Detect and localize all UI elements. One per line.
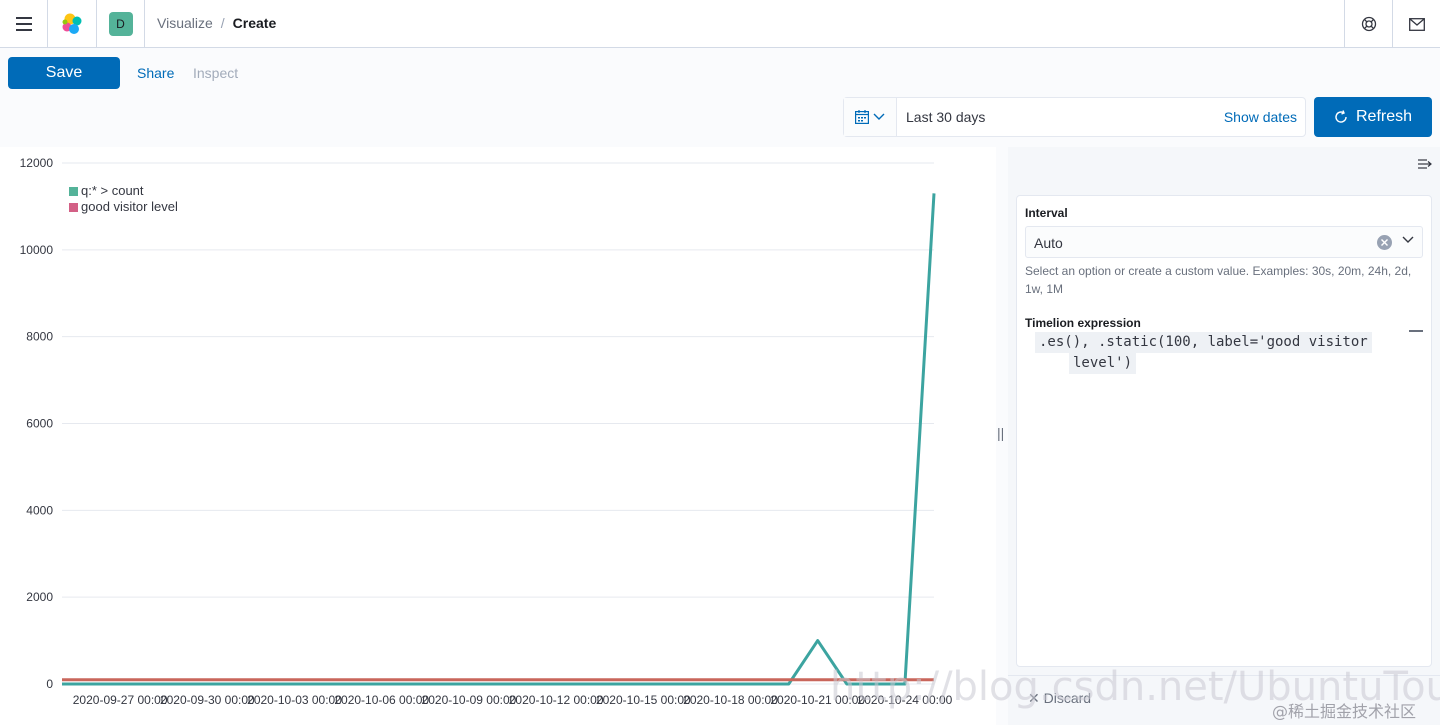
expression-line: level') bbox=[1069, 353, 1137, 374]
legend-label: q:* > count bbox=[81, 183, 144, 198]
refresh-label: Refresh bbox=[1355, 108, 1413, 125]
x-tick-label: 2020-10-12 00:00 bbox=[509, 693, 604, 707]
chevron-down-icon bbox=[873, 113, 885, 120]
legend-item[interactable]: good visitor level bbox=[69, 199, 178, 215]
legend-swatch bbox=[69, 186, 78, 196]
chart-legend: q:* > count good visitor level bbox=[69, 183, 178, 215]
y-tick-label: 0 bbox=[46, 677, 53, 691]
elastic-logo-icon bbox=[62, 13, 82, 34]
y-tick-label: 2000 bbox=[26, 590, 53, 604]
legend-label: good visitor level bbox=[81, 199, 178, 214]
breadcrumb-visualize[interactable]: Visualize bbox=[157, 15, 213, 31]
quick-menu-button[interactable] bbox=[844, 98, 897, 136]
y-tick-label: 10000 bbox=[20, 243, 54, 257]
editor-scrollbar[interactable] bbox=[1409, 330, 1423, 332]
share-link[interactable]: Share bbox=[137, 65, 174, 81]
interval-help-text: Select an option or create a custom valu… bbox=[1025, 264, 1412, 296]
series-line[interactable] bbox=[62, 193, 936, 686]
x-tick-label: 2020-09-30 00:00 bbox=[160, 693, 255, 707]
calendar-icon bbox=[855, 110, 869, 124]
help-button[interactable] bbox=[1344, 0, 1392, 48]
space-selector[interactable]: D bbox=[97, 0, 145, 48]
collapse-sidebar-button[interactable] bbox=[1418, 157, 1432, 175]
x-tick-label: 2020-10-18 00:00 bbox=[683, 693, 778, 707]
x-tick-label: 2020-10-09 00:00 bbox=[422, 693, 517, 707]
breadcrumb-separator: / bbox=[220, 15, 225, 31]
save-button[interactable]: Save bbox=[8, 57, 120, 89]
hamburger-icon bbox=[15, 17, 32, 31]
date-picker: Last 30 days Show dates bbox=[843, 97, 1306, 137]
menu-button[interactable] bbox=[0, 0, 48, 48]
refresh-icon bbox=[1335, 110, 1347, 123]
expression-label: Timelion expression bbox=[1025, 316, 1141, 330]
app-header: D Visualize / Create bbox=[0, 0, 1440, 48]
timelion-chart[interactable]: 0 2000 4000 6000 8000 10000 12000 2020-09-27 00… bbox=[0, 147, 996, 725]
legend-swatch bbox=[69, 202, 78, 212]
y-tick-label: 8000 bbox=[26, 330, 53, 344]
top-nav-menu: Save Share Inspect bbox=[0, 48, 1440, 98]
legend-item[interactable]: q:* > count bbox=[69, 183, 178, 199]
clear-icon[interactable] bbox=[1377, 235, 1392, 250]
interval-combobox[interactable]: Auto bbox=[1025, 226, 1423, 258]
x-tick-label: 2020-09-27 00:00 bbox=[73, 693, 168, 707]
show-dates-link[interactable]: Show dates bbox=[1224, 109, 1297, 125]
help-icon bbox=[1361, 16, 1376, 32]
watermark-community: @稀土掘金技术社区 bbox=[1272, 702, 1417, 721]
refresh-button[interactable]: Refresh bbox=[1314, 97, 1432, 137]
elastic-logo[interactable] bbox=[48, 0, 97, 48]
expression-line: .es(), .static(100, label='good visitor bbox=[1035, 332, 1372, 353]
x-tick-label: 2020-10-15 00:00 bbox=[596, 693, 691, 707]
editor-panel: Interval Auto Select an option or create… bbox=[1016, 195, 1432, 667]
interval-value: Auto bbox=[1034, 235, 1063, 251]
expression-editor[interactable]: .es(), .static(100, label='good visitor … bbox=[1035, 332, 1375, 374]
space-avatar: D bbox=[108, 12, 133, 36]
chart-canvas: 0 2000 4000 6000 8000 10000 12000 2020-09-27 00… bbox=[20, 156, 953, 707]
menu-right-icon bbox=[1418, 159, 1432, 169]
y-tick-label: 12000 bbox=[20, 156, 54, 170]
x-tick-label: 2020-10-03 00:00 bbox=[247, 693, 342, 707]
x-tick-label: 2020-10-06 00:00 bbox=[334, 693, 429, 707]
editor-sidebar: Interval Auto Select an option or create… bbox=[1008, 147, 1440, 725]
interval-label: Interval bbox=[1025, 206, 1068, 220]
newsfeed-button[interactable] bbox=[1392, 0, 1440, 48]
query-bar: Last 30 days Show dates Refresh bbox=[0, 97, 1440, 147]
mail-icon bbox=[1408, 17, 1425, 31]
panel-resize-handle[interactable]: || bbox=[997, 425, 1004, 441]
inspect-link[interactable]: Inspect bbox=[193, 65, 238, 81]
y-tick-label: 4000 bbox=[26, 503, 53, 517]
breadcrumb-current: Create bbox=[232, 15, 277, 31]
y-tick-label: 6000 bbox=[26, 417, 53, 431]
date-range-text[interactable]: Last 30 days bbox=[906, 109, 985, 125]
breadcrumb: Visualize / Create bbox=[157, 15, 276, 31]
chevron-down-icon[interactable] bbox=[1402, 236, 1414, 244]
